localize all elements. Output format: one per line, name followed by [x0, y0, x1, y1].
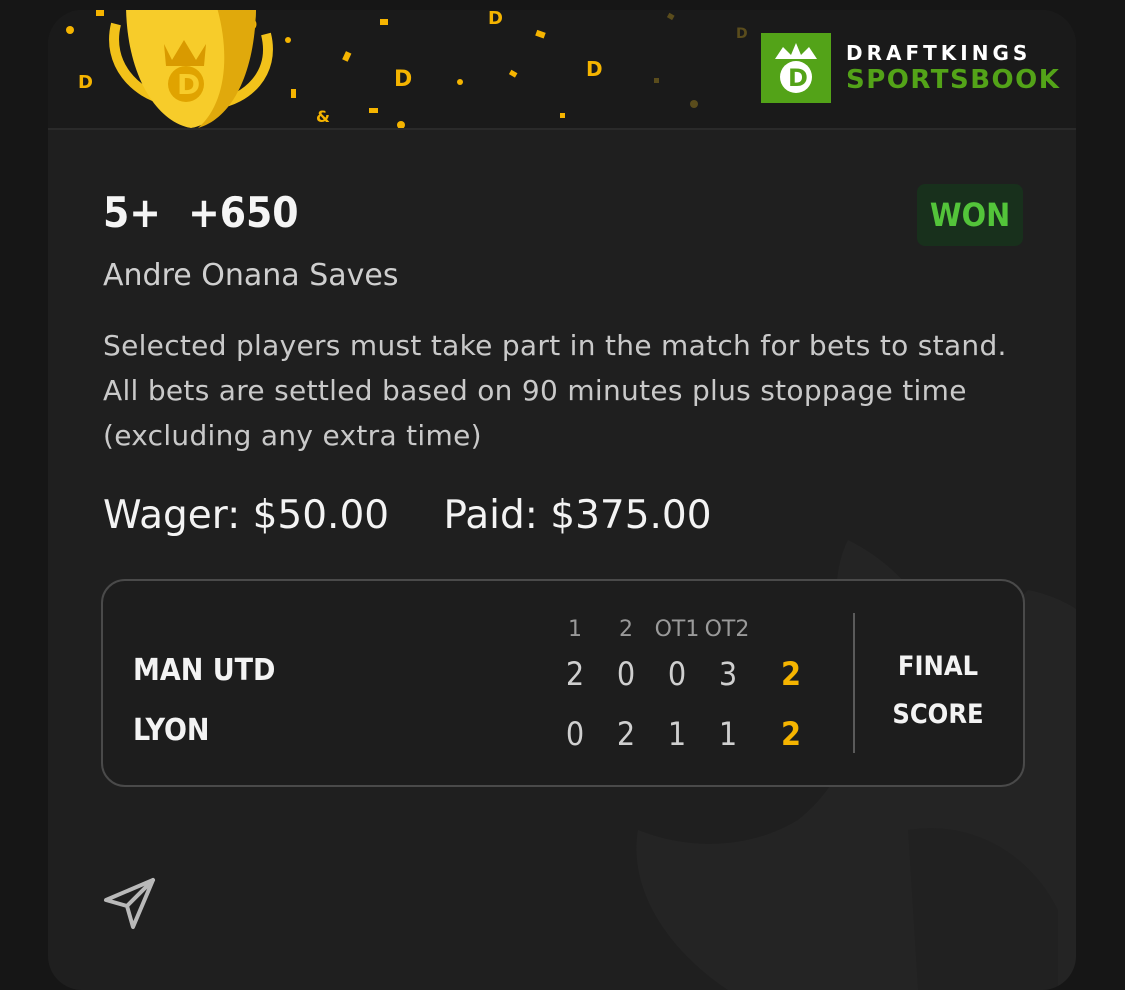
score-home-p2: 0 [616, 655, 636, 693]
period-header-ot2: OT2 [704, 617, 750, 642]
bet-amounts: Wager: $50.00 Paid: $375.00 [103, 493, 754, 538]
bet-selection-row: 5+ +650 [103, 188, 299, 237]
svg-text:D: D [488, 10, 503, 29]
scoreboard-divider [853, 613, 855, 753]
celebration-banner: D D D D D & D D [48, 10, 1076, 130]
score-home-p1: 2 [565, 655, 585, 693]
scoreboard: 1 2 OT1 OT2 MAN UTD 2 0 0 3 2 LYON 0 2 1… [101, 579, 1025, 787]
score-away-ot1: 1 [667, 715, 687, 753]
score-home-ot2: 3 [718, 655, 738, 693]
bet-selection: 5+ [103, 188, 161, 237]
svg-text:D: D [394, 67, 412, 92]
period-header-2: 2 [619, 617, 633, 642]
score-away-p1: 0 [565, 715, 585, 753]
draftkings-logo-icon: D [761, 33, 831, 103]
bet-rules-text: Selected players must take part in the m… [103, 329, 1007, 452]
trophy-icon: D [109, 10, 273, 128]
team-name-away: LYON [133, 713, 210, 748]
period-header-ot1: OT1 [654, 617, 700, 642]
status-badge: WON [917, 184, 1023, 246]
score-away-p2: 2 [616, 715, 636, 753]
svg-text:D: D [78, 72, 93, 93]
market-name: Andre Onana Saves [103, 258, 399, 293]
period-header-1: 1 [568, 617, 582, 642]
svg-text:D: D [736, 26, 748, 42]
score-away-final: 2 [780, 715, 802, 753]
draftkings-sportsbook-logo: D DRAFTKINGS SPORTSBOOK [761, 33, 1059, 103]
svg-text:D: D [788, 64, 808, 92]
send-icon[interactable] [103, 876, 157, 930]
score-home-final: 2 [780, 655, 802, 693]
svg-text:&: & [316, 107, 330, 126]
final-score-label: FINAL SCORE [878, 643, 998, 739]
final-label-line2: SCORE [892, 699, 984, 730]
team-name-home: MAN UTD [133, 653, 276, 688]
score-home-ot1: 0 [667, 655, 687, 693]
score-away-ot2: 1 [718, 715, 738, 753]
brand-product: SPORTSBOOK [846, 65, 1061, 95]
bet-odds: +650 [188, 188, 299, 237]
svg-text:D: D [586, 57, 603, 81]
svg-text:D: D [177, 68, 200, 101]
brand-name: DRAFTKINGS [846, 41, 1032, 65]
paid-amount: Paid: $375.00 [443, 493, 712, 538]
final-label-line1: FINAL [897, 651, 979, 682]
bet-card: D D D D D & D D [48, 10, 1076, 990]
wager-amount: Wager: $50.00 [103, 493, 390, 538]
